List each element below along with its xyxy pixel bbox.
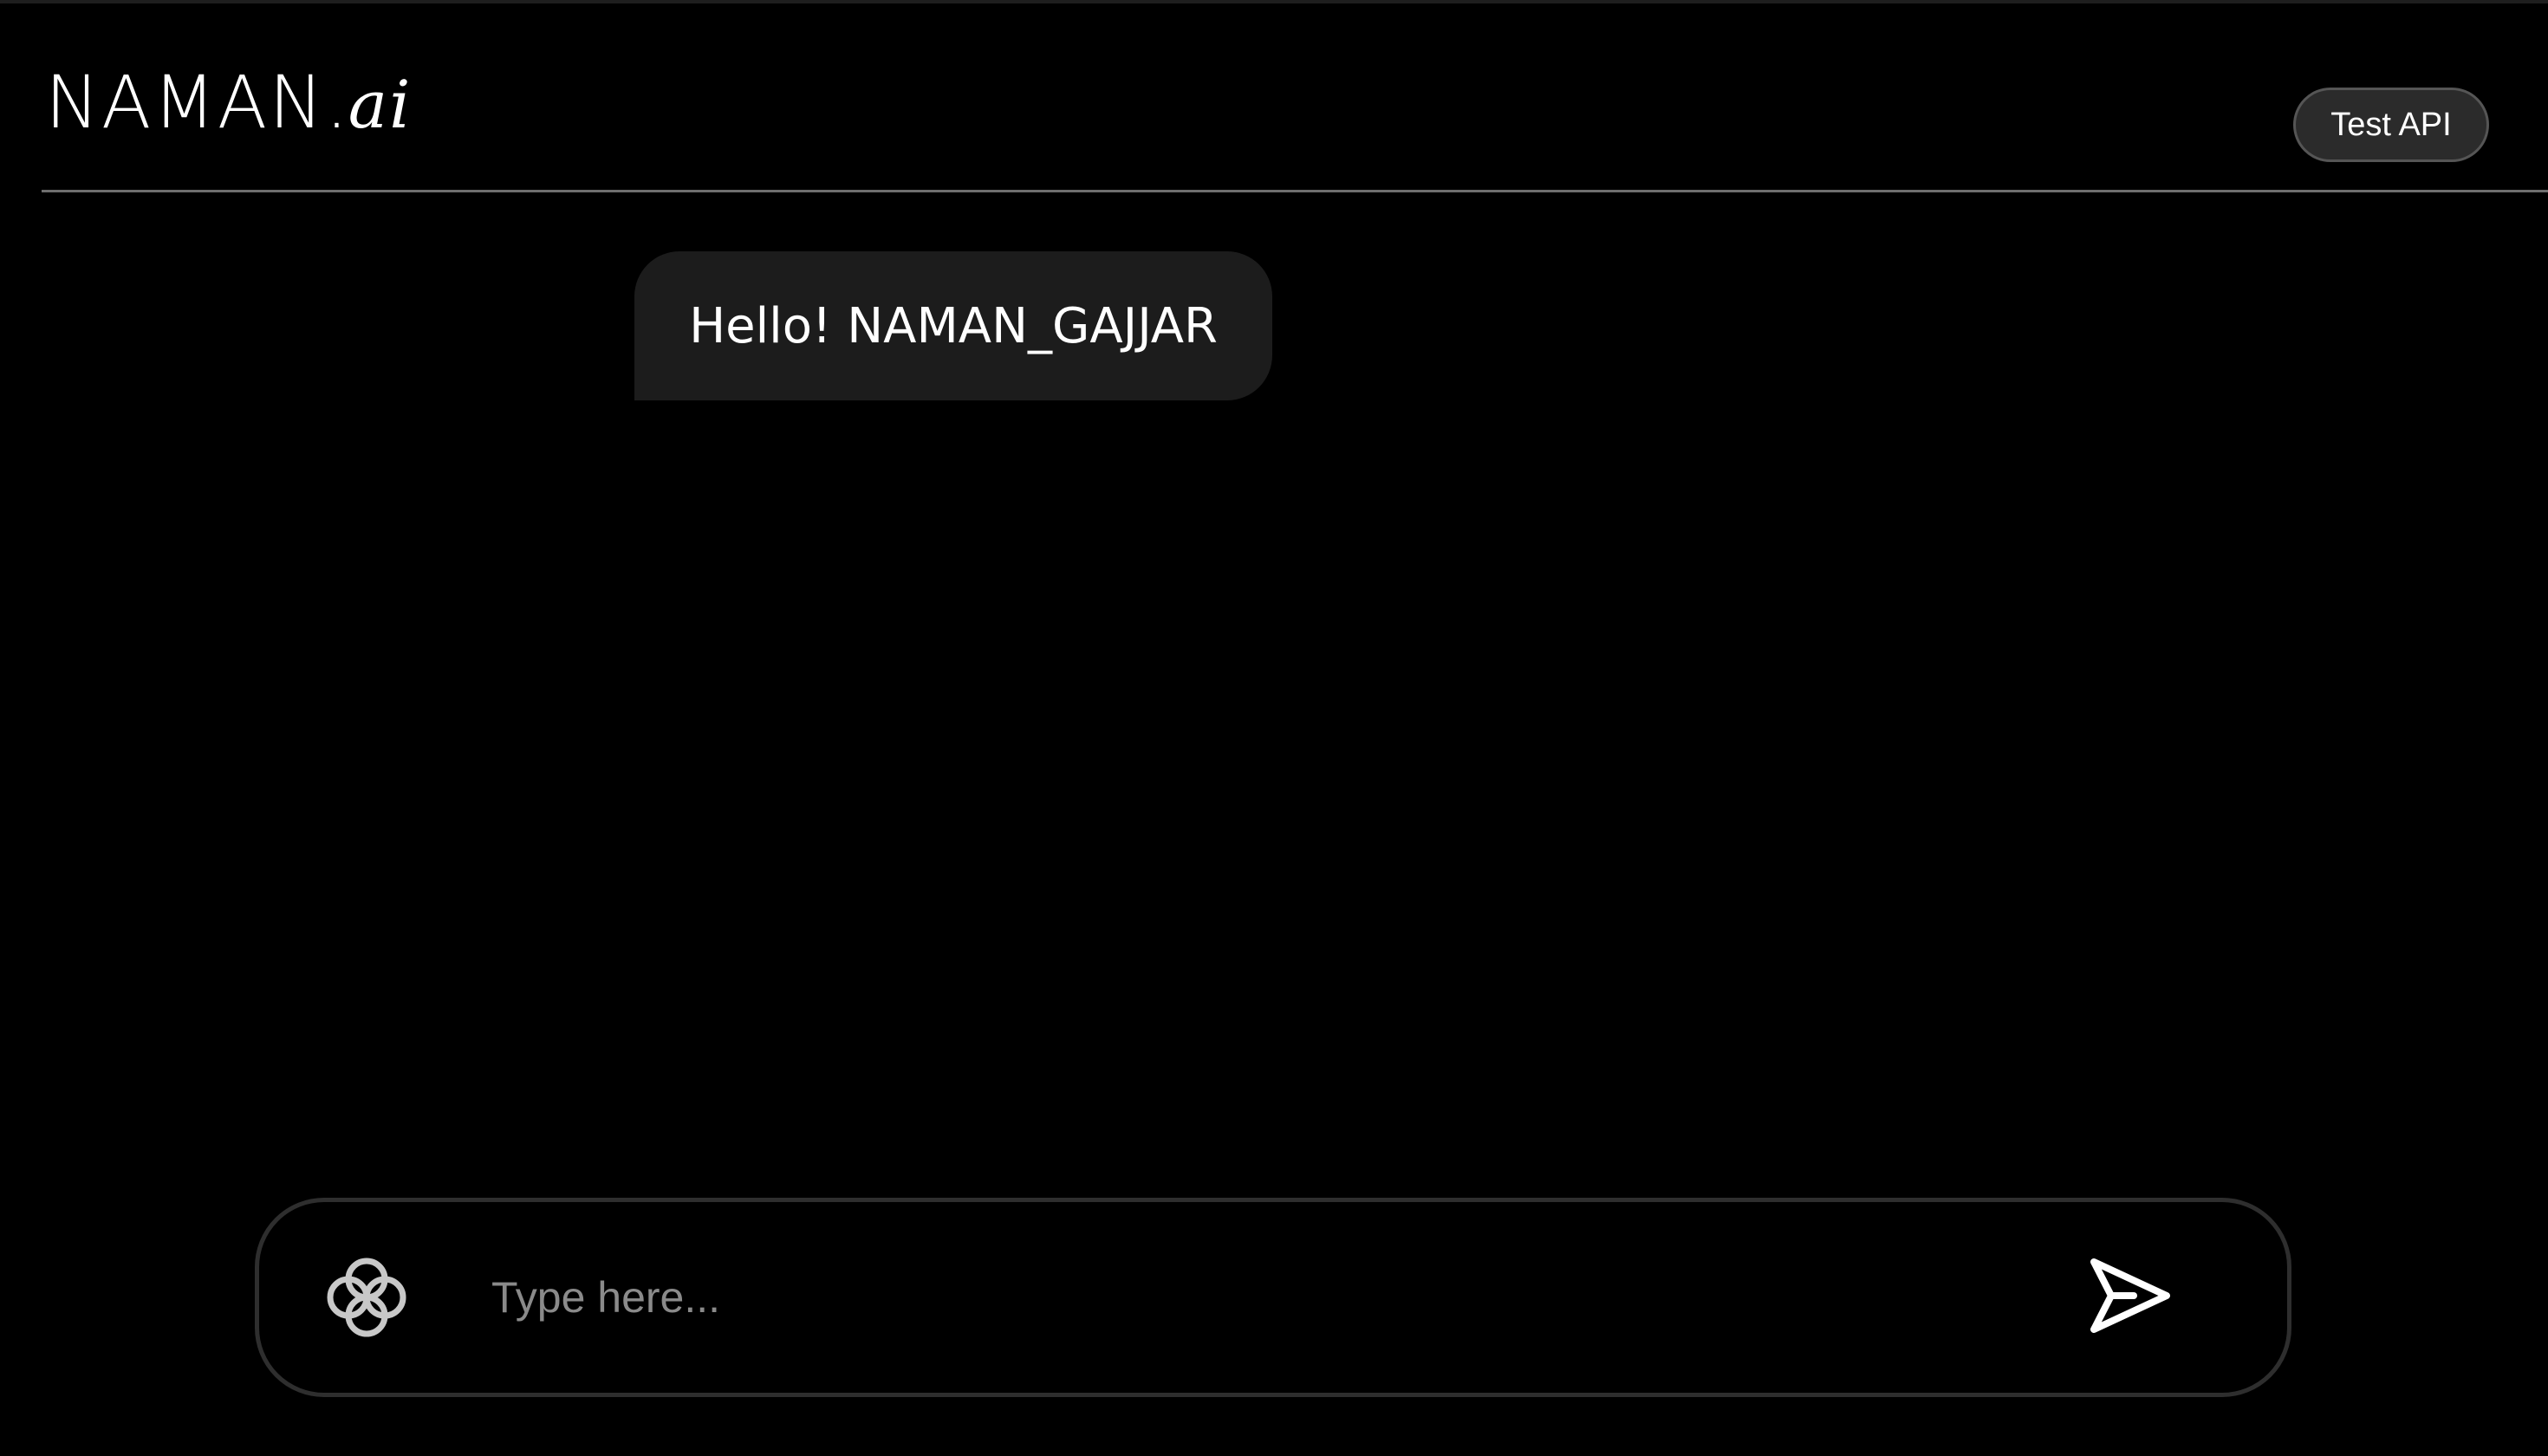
logo-dot: .	[325, 60, 348, 145]
chat-app: NAMAN . ai Test API Hello! NAMAN_GAJJAR	[0, 0, 2548, 1456]
message-input[interactable]	[491, 1245, 2138, 1349]
header-divider	[42, 190, 2548, 192]
test-api-button[interactable]: Test API	[2293, 88, 2489, 162]
flower-icon[interactable]	[325, 1256, 408, 1339]
app-logo: NAMAN . ai	[45, 59, 412, 146]
logo-suffix-text: ai	[348, 66, 413, 143]
window-top-border	[0, 0, 2548, 3]
chat-message-bubble: Hello! NAMAN_GAJJAR	[634, 251, 1272, 400]
send-icon[interactable]	[2084, 1252, 2176, 1339]
message-composer	[255, 1198, 2291, 1397]
logo-main-text: NAMAN	[45, 60, 326, 145]
